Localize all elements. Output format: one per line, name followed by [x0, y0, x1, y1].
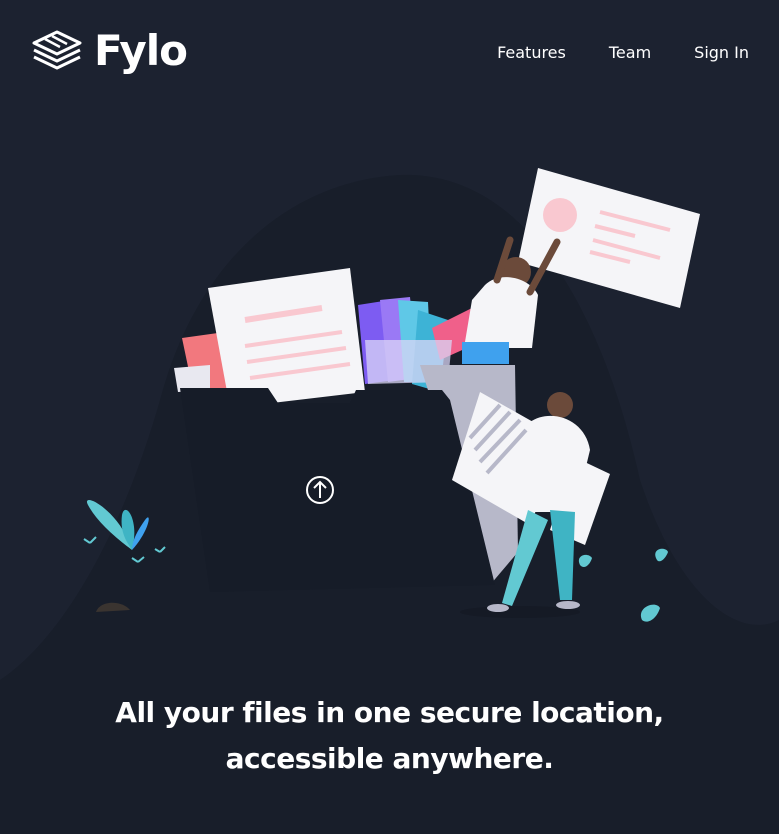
site-header: Fylo Features Team Sign In — [0, 0, 779, 110]
plant-shape — [83, 500, 166, 612]
nav-link-features[interactable]: Features — [497, 42, 566, 64]
hero-headline-line2: accessible anywhere. — [225, 742, 554, 775]
hero-headline: All your files in one secure location, a… — [0, 690, 779, 782]
main-nav: Features Team Sign In — [497, 42, 749, 64]
nav-link-sign-in[interactable]: Sign In — [694, 42, 749, 64]
paper-sheet-shape — [208, 268, 365, 408]
person-top-shape — [462, 168, 700, 364]
nav-link-team[interactable]: Team — [609, 42, 651, 64]
hero-illustration — [83, 168, 700, 622]
stacked-layers-icon — [32, 30, 82, 70]
logo[interactable]: Fylo — [30, 26, 188, 75]
logo-wordmark: Fylo — [94, 26, 188, 75]
hero-headline-line1: All your files in one secure location, — [115, 696, 664, 729]
landing-page: Fylo Features Team Sign In All your file… — [0, 0, 779, 834]
folder-shape — [180, 388, 495, 592]
